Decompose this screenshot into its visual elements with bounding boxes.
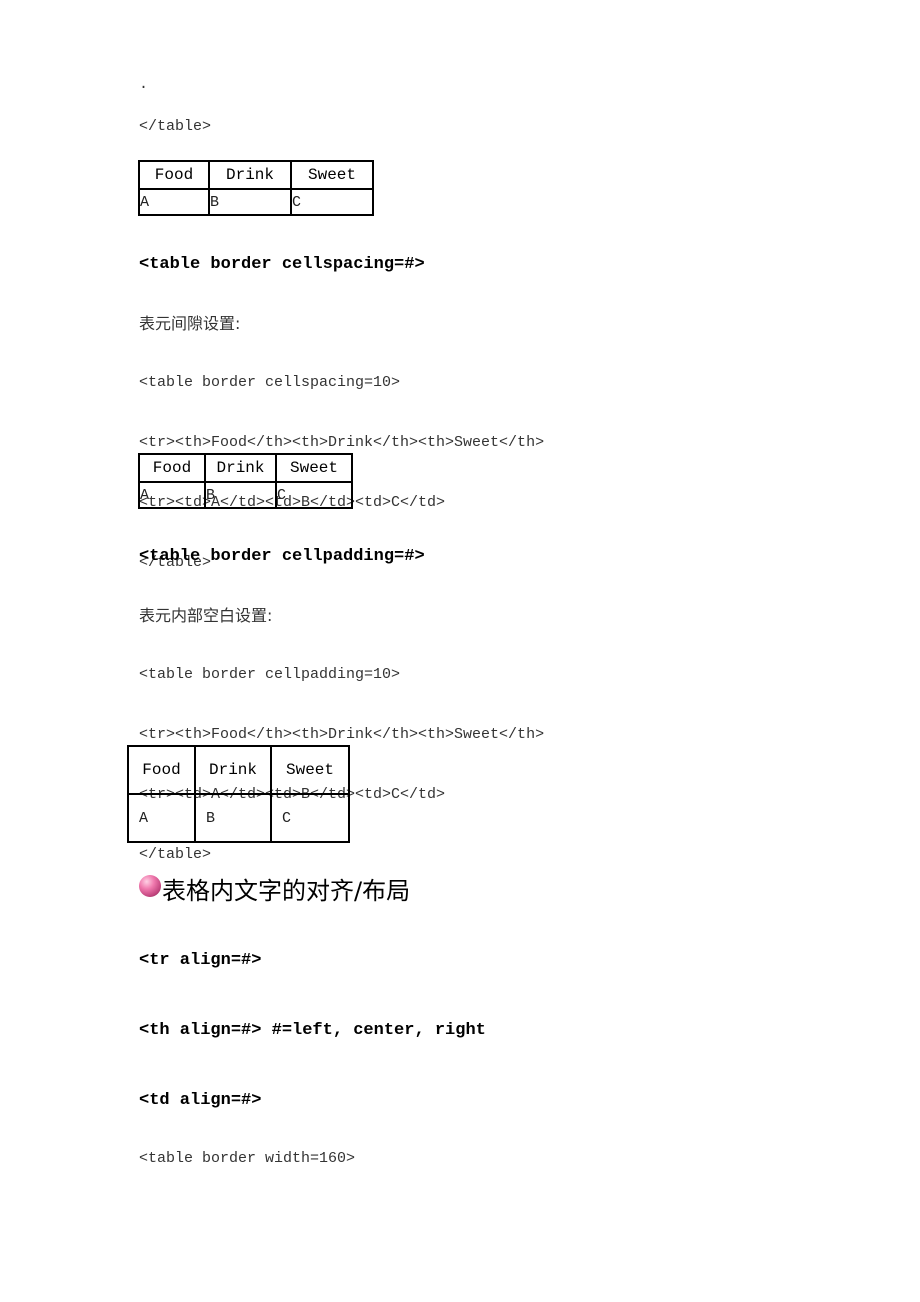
table-cell: A <box>127 793 196 843</box>
example-table-cellspacing: Food Drink Sweet A B C <box>138 453 353 509</box>
table-header-cell: Food <box>138 453 206 483</box>
table-cell: B <box>204 481 277 509</box>
stray-dot: . <box>139 76 149 93</box>
table-header-cell: Food <box>127 745 196 795</box>
code-line: <tr><th>Food</th><th>Drink</th><th>Sweet… <box>139 726 545 743</box>
code-line: <table border cellpadding=10> <box>139 666 401 683</box>
table-row: A B C <box>138 481 353 509</box>
code-close-table: </table> <box>139 118 212 135</box>
pink-sphere-bullet-icon <box>139 875 161 897</box>
table-header-cell: Food <box>138 160 210 190</box>
table-cell: B <box>208 188 292 216</box>
table-header-cell: Drink <box>204 453 277 483</box>
code-line: </table> <box>139 846 212 863</box>
code-line-table-width: <table border width=160> <box>139 1150 356 1167</box>
table-header-cell: Drink <box>194 745 272 795</box>
align-item-td: <td align=#> <box>139 1091 262 1110</box>
code-line: <tr><th>Food</th><th>Drink</th><th>Sweet… <box>139 434 545 451</box>
table-row: A B C <box>127 793 350 843</box>
table-cell: C <box>275 481 353 509</box>
section-title-cellpadding: <table border cellpadding=#> <box>139 547 425 566</box>
table-header-row: Food Drink Sweet <box>127 745 350 795</box>
example-table-cellpadding: Food Drink Sweet A B C <box>127 745 350 843</box>
table-header-cell: Drink <box>208 160 292 190</box>
description-cellpadding: 表元内部空白设置: <box>139 606 273 625</box>
align-item-th: <th align=#> #=left, center, right <box>139 1021 486 1040</box>
example-table-basic: Food Drink Sweet A B C <box>138 160 374 216</box>
table-cell: A <box>138 188 210 216</box>
table-cell: A <box>138 481 206 509</box>
table-header-row: Food Drink Sweet <box>138 453 353 483</box>
table-header-cell: Sweet <box>275 453 353 483</box>
table-cell: C <box>290 188 374 216</box>
code-line: <table border cellspacing=10> <box>139 374 401 391</box>
table-cell: C <box>270 793 350 843</box>
table-header-cell: Sweet <box>270 745 350 795</box>
section-title-cellspacing: <table border cellspacing=#> <box>139 255 425 274</box>
table-cell: B <box>194 793 272 843</box>
align-item-tr: <tr align=#> <box>139 951 262 970</box>
table-header-row: Food Drink Sweet <box>138 160 374 190</box>
table-header-cell: Sweet <box>290 160 374 190</box>
description-cellspacing: 表元间隙设置: <box>139 314 241 333</box>
section-heading-alignment: 表格内文字的对齐/布局 <box>162 877 411 905</box>
table-row: A B C <box>138 188 374 216</box>
